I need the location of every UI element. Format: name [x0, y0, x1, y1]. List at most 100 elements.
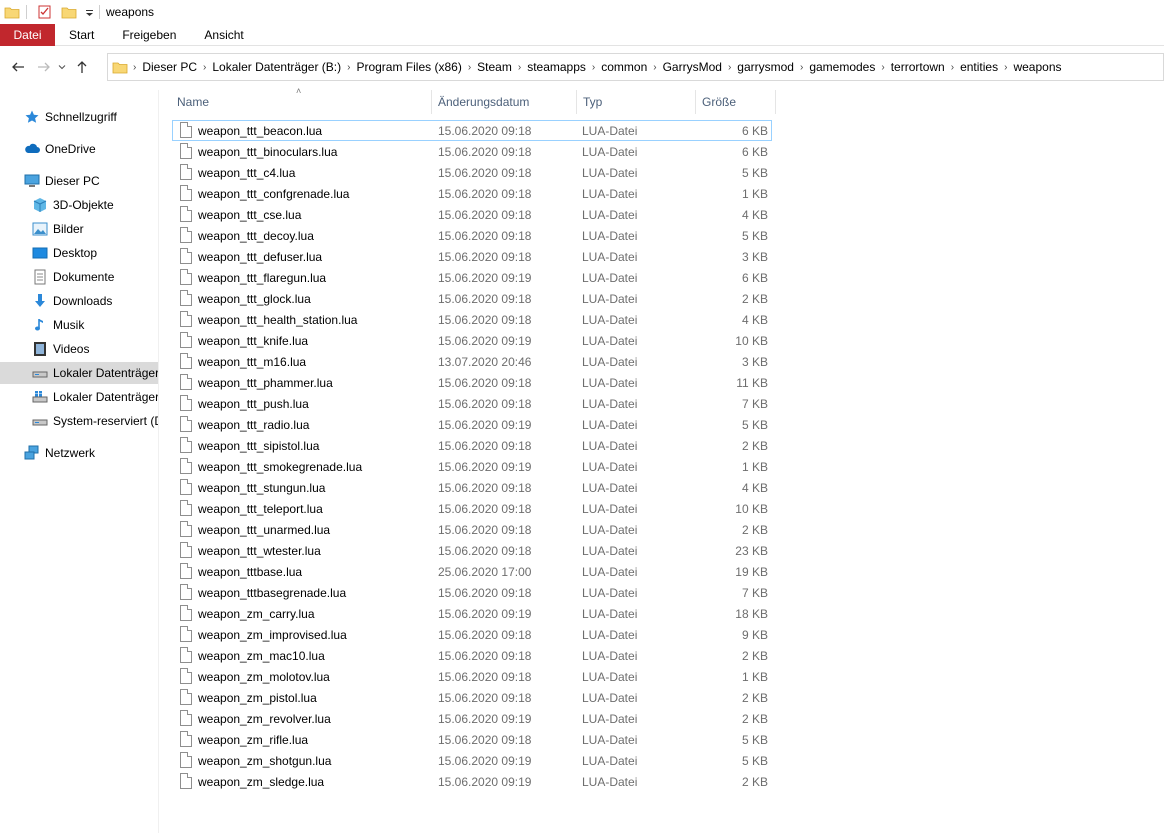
file-type: LUA-Datei [582, 627, 638, 642]
file-row[interactable]: weapon_ttt_teleport.lua 15.06.2020 09:18 L… [172, 498, 772, 519]
tab-view[interactable]: Ansicht [190, 24, 257, 46]
file-type: LUA-Datei [582, 585, 638, 600]
sidebar-item-music[interactable]: Musik [32, 314, 158, 336]
new-folder-icon[interactable] [61, 4, 77, 20]
file-row[interactable]: weapon_ttt_beacon.lua 15.06.2020 09:18 LUA… [172, 120, 772, 141]
file-row[interactable]: weapon_ttt_phammer.lua 15.06.2020 09:18 LU… [172, 372, 772, 393]
file-row[interactable]: weapon_ttt_sipistol.lua 15.06.2020 09:18 L… [172, 435, 772, 456]
address-bar[interactable]: › Dieser PC › Lokaler Datenträger (B:) ›… [107, 53, 1164, 81]
sidebar-item-desktop[interactable]: Desktop [32, 242, 158, 264]
sidebar-item-network[interactable]: Netzwerk [24, 442, 158, 464]
file-row[interactable]: weapon_ttt_radio.lua 15.06.2020 09:19 LUA-… [172, 414, 772, 435]
sidebar-item-videos[interactable]: Videos [32, 338, 158, 360]
file-date: 15.06.2020 09:18 [438, 396, 532, 411]
sidebar-item-downloads[interactable]: Downloads [32, 290, 158, 312]
file-row[interactable]: weapon_ttt_decoy.lua 15.06.2020 09:18 LUA-… [172, 225, 772, 246]
sidebar-item-system-reserved[interactable]: System-reserviert (D [32, 410, 158, 432]
file-row[interactable]: weapon_zm_revolver.lua 15.06.2020 09:19 LU… [172, 708, 772, 729]
pane-divider[interactable] [158, 90, 159, 833]
file-name: weapon_ttt_health_station.lua [198, 312, 358, 327]
file-row[interactable]: weapon_zm_carry.lua 15.06.2020 09:19 LUA-D… [172, 603, 772, 624]
file-type: LUA-Datei [582, 207, 638, 222]
tab-start[interactable]: Start [55, 24, 108, 46]
file-row[interactable]: weapon_zm_mac10.lua 15.06.2020 09:18 LUA-D… [172, 645, 772, 666]
recent-locations-chevron-icon[interactable] [55, 56, 69, 78]
tab-share[interactable]: Freigeben [108, 24, 190, 46]
file-row[interactable]: weapon_ttt_wtester.lua 15.06.2020 09:18 LU… [172, 540, 772, 561]
breadcrumb-item[interactable]: gamemodes [804, 60, 880, 74]
file-row[interactable]: weapon_ttt_confgrenade.lua 15.06.2020 09:… [172, 183, 772, 204]
file-row[interactable]: weapon_ttt_glock.lua 15.06.2020 09:18 LUA-… [172, 288, 772, 309]
file-row[interactable]: weapon_zm_molotov.lua 15.06.2020 09:18 LUA… [172, 666, 772, 687]
breadcrumb-item[interactable]: Program Files (x86) [351, 60, 466, 74]
file-row[interactable]: weapon_zm_rifle.lua 15.06.2020 09:18 LUA-D… [172, 729, 772, 750]
file-size: 18 KB [735, 606, 768, 621]
customize-toolbar-icon[interactable] [81, 4, 97, 20]
sidebar-item-label: System-reserviert (D [53, 414, 158, 428]
file-row[interactable]: weapon_ttt_stungun.lua 15.06.2020 09:18 LU… [172, 477, 772, 498]
file-type: LUA-Datei [582, 333, 638, 348]
file-row[interactable]: weapon_ttt_unarmed.lua 15.06.2020 09:18 LU… [172, 519, 772, 540]
breadcrumb-item[interactable]: common [596, 60, 652, 74]
file-row[interactable]: weapon_tttbase.lua 25.06.2020 17:00 LUA-Da… [172, 561, 772, 582]
file-type: LUA-Datei [582, 438, 638, 453]
column-divider[interactable] [431, 90, 432, 114]
file-row[interactable]: weapon_ttt_defuser.lua 15.06.2020 09:18 LU… [172, 246, 772, 267]
drive-icon [32, 365, 48, 381]
file-icon [180, 332, 192, 348]
sidebar-item-pictures[interactable]: Bilder [32, 218, 158, 240]
file-row[interactable]: weapon_ttt_push.lua 15.06.2020 09:18 LUA-D… [172, 393, 772, 414]
file-row[interactable]: weapon_ttt_m16.lua 13.07.2020 20:46 LUA-Da… [172, 351, 772, 372]
desktop-icon [32, 245, 48, 261]
breadcrumb-item[interactable]: terrortown [886, 60, 950, 74]
file-size: 2 KB [741, 711, 768, 726]
file-row[interactable]: weapon_ttt_cse.lua 15.06.2020 09:18 LUA-Da… [172, 204, 772, 225]
file-size: 6 KB [741, 144, 768, 159]
column-divider[interactable] [695, 90, 696, 114]
file-type: LUA-Datei [582, 543, 638, 558]
file-size: 6 KB [741, 123, 768, 138]
sidebar-item-onedrive[interactable]: OneDrive [24, 138, 158, 160]
tab-file[interactable]: Datei [0, 24, 55, 46]
column-header-date[interactable]: Änderungsdatum [438, 90, 576, 114]
breadcrumb-item[interactable]: steamapps [522, 60, 591, 74]
breadcrumb-item[interactable]: entities [955, 60, 1003, 74]
file-row[interactable]: weapon_zm_improvised.lua 15.06.2020 09:18… [172, 624, 772, 645]
sidebar-item-this-pc[interactable]: Dieser PC [24, 170, 158, 192]
back-arrow-icon[interactable] [7, 56, 29, 78]
column-header-type[interactable]: Typ [583, 90, 695, 114]
file-date: 15.06.2020 09:19 [438, 270, 532, 285]
file-row[interactable]: weapon_zm_pistol.lua 15.06.2020 09:18 LUA-… [172, 687, 772, 708]
forward-arrow-icon[interactable] [33, 56, 55, 78]
file-date: 15.06.2020 09:19 [438, 774, 532, 789]
column-header-size[interactable]: Größe [702, 90, 775, 114]
sidebar-item-documents[interactable]: Dokumente [32, 266, 158, 288]
up-arrow-icon[interactable] [71, 56, 93, 78]
breadcrumb-item[interactable]: Dieser PC [137, 60, 202, 74]
file-row[interactable]: weapon_zm_shotgun.lua 15.06.2020 09:19 LUA… [172, 750, 772, 771]
file-row[interactable]: weapon_ttt_smokegrenade.lua 15.06.2020 09… [172, 456, 772, 477]
file-row[interactable]: weapon_ttt_knife.lua 15.06.2020 09:19 LUA-… [172, 330, 772, 351]
sidebar-item-quick-access[interactable]: Schnellzugriff [24, 106, 158, 128]
sidebar-item-local-disk-b[interactable]: Lokaler Datenträger [0, 362, 158, 384]
file-row[interactable]: weapon_tttbasegrenade.lua 15.06.2020 09:1… [172, 582, 772, 603]
breadcrumb-item[interactable]: Lokaler Datenträger (B:) [207, 60, 346, 74]
file-row[interactable]: weapon_ttt_c4.lua 15.06.2020 09:18 LUA-Dat… [172, 162, 772, 183]
sidebar-item-3d-objects[interactable]: 3D-Objekte [32, 194, 158, 216]
file-row[interactable]: weapon_ttt_health_station.lua 15.06.2020 … [172, 309, 772, 330]
file-row[interactable]: weapon_ttt_binoculars.lua 15.06.2020 09:1… [172, 141, 772, 162]
breadcrumb-item[interactable]: GarrysMod [658, 60, 727, 74]
file-row[interactable]: weapon_zm_sledge.lua 15.06.2020 09:19 LUA-… [172, 771, 772, 792]
breadcrumb-item[interactable]: garrysmod [732, 60, 799, 74]
sidebar-item-local-disk-c[interactable]: Lokaler Datenträger [32, 386, 158, 408]
file-icon [180, 626, 192, 642]
column-divider[interactable] [775, 90, 776, 114]
column-divider[interactable] [576, 90, 577, 114]
file-size: 10 KB [735, 333, 768, 348]
properties-icon[interactable] [37, 4, 53, 20]
column-header-name[interactable]: Name [177, 90, 431, 114]
breadcrumb-item-current[interactable]: weapons [1008, 60, 1066, 74]
file-row[interactable]: weapon_ttt_flaregun.lua 15.06.2020 09:19 L… [172, 267, 772, 288]
breadcrumb-item[interactable]: Steam [472, 60, 517, 74]
cube-icon [32, 197, 48, 213]
